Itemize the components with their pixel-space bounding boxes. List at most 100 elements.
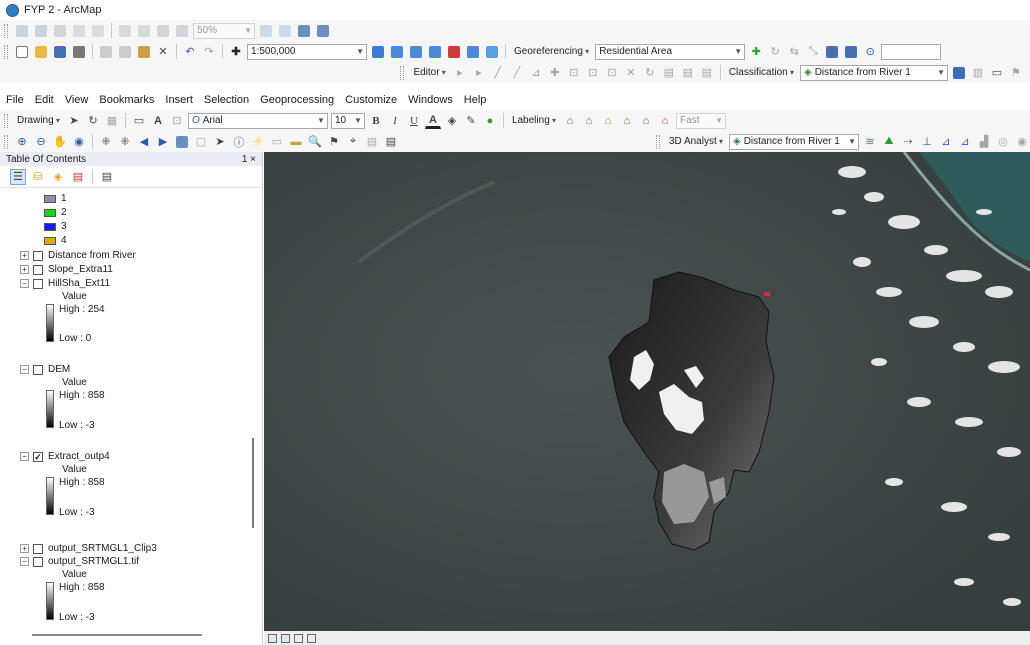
zoom-out-fixed-icon[interactable] <box>33 23 49 39</box>
identify-tool-icon[interactable]: ⓘ <box>231 134 247 150</box>
georef-layer-combo[interactable]: Residential Area ▼ <box>595 43 746 60</box>
classification-layer-combo[interactable]: ◈ Distance from River 1 ▼ <box>800 64 948 81</box>
expand-icon[interactable]: + <box>20 265 29 274</box>
expand-icon[interactable]: + <box>20 544 29 553</box>
expand-icon[interactable]: + <box>20 251 29 260</box>
labeling-menu[interactable]: Labeling <box>509 115 559 126</box>
layer-slope[interactable]: + Slope_Extra11 <box>20 264 113 275</box>
line-color-icon[interactable]: ✎ <box>463 113 479 129</box>
view-link-table-icon[interactable] <box>824 44 840 60</box>
attributes-icon[interactable]: ▤ <box>661 65 677 81</box>
layer-visibility-checkbox[interactable] <box>33 250 43 261</box>
classification-menu[interactable]: Classification <box>726 67 797 78</box>
undo-icon[interactable]: ↶ <box>182 44 198 60</box>
add-control-points-icon[interactable]: ✚ <box>748 44 764 60</box>
toc-pin-close[interactable]: 1 × <box>242 154 256 165</box>
end-point-arc-icon[interactable]: ╱ <box>509 65 525 81</box>
modelbuilder-icon[interactable] <box>484 44 500 60</box>
layer-extract[interactable]: − ✓ Extract_outp4 <box>20 451 110 462</box>
layer-distance-from-river[interactable]: + Distance from River <box>20 250 136 261</box>
rotate-tool-icon[interactable]: ↻ <box>642 65 658 81</box>
draw-polygon-icon[interactable]: ▭ <box>989 65 1005 81</box>
toolbar-grip[interactable] <box>655 134 660 149</box>
python-window-icon[interactable] <box>465 44 481 60</box>
training-sample-manager-icon[interactable] <box>951 65 967 81</box>
paste-icon[interactable] <box>136 44 152 60</box>
toolbar-grip[interactable] <box>4 134 8 149</box>
zoom-out-icon[interactable]: ⊖ <box>33 134 49 150</box>
pause-drawing-icon[interactable] <box>307 633 316 643</box>
toolbar-grip[interactable] <box>4 23 8 38</box>
steepest-path-icon[interactable]: ⛰ <box>881 134 897 150</box>
menu-geoprocessing[interactable]: Geoprocessing <box>260 94 334 106</box>
arctoolbox-icon[interactable] <box>446 44 462 60</box>
underline-button[interactable]: U <box>406 113 422 129</box>
change-layout-icon[interactable] <box>296 23 312 39</box>
layer-visibility-checkbox[interactable] <box>33 556 43 567</box>
font-combo[interactable]: O Arial ▼ <box>187 112 328 129</box>
clear-selection-icon[interactable]: ▢ <box>193 134 209 150</box>
select-elements-tool-icon[interactable]: ➤ <box>212 134 228 150</box>
map-display[interactable] <box>264 152 1030 631</box>
label-priority-icon[interactable]: ⌂ <box>638 113 654 129</box>
identify-icon[interactable]: ⊙ <box>862 44 878 60</box>
collapse-icon[interactable]: − <box>20 279 29 288</box>
list-by-drawing-order-icon[interactable]: ☰ <box>10 168 26 185</box>
menu-customize[interactable]: Customize <box>345 94 397 106</box>
layer-srtm-clip[interactable]: + output_SRTMGL1_Clip3 <box>20 543 157 554</box>
lock-labels-icon[interactable]: ⌂ <box>581 113 597 129</box>
layer-visibility-checkbox[interactable]: ✓ <box>33 451 43 462</box>
3d-analyst-layer-combo[interactable]: ◈ Distance from River 1 ▼ <box>729 133 859 150</box>
rectangle-icon[interactable]: ▭ <box>131 113 147 129</box>
georeferencing-menu[interactable]: Georeferencing <box>511 46 592 57</box>
search-window-icon[interactable] <box>427 44 443 60</box>
full-extent-icon[interactable]: ◉ <box>71 134 87 150</box>
edit-vertices-draw-icon[interactable]: ⊡ <box>169 113 185 129</box>
layer-hillshade[interactable]: − HillSha_Ext11 <box>20 278 110 289</box>
interpolate-line-icon[interactable]: ⊿ <box>938 134 954 150</box>
histogram-icon[interactable]: ▥ <box>970 65 986 81</box>
data-driven-pages-icon[interactable] <box>315 23 331 39</box>
open-folder-icon[interactable] <box>33 44 49 60</box>
select-elements-icon[interactable]: ➤ <box>66 113 82 129</box>
fixed-zoom-in-icon[interactable]: ⁜ <box>98 134 114 150</box>
hyperlink-icon[interactable]: ⚡ <box>250 134 266 150</box>
toolbar-grip[interactable] <box>4 44 8 59</box>
data-view-icon[interactable] <box>268 633 277 643</box>
zoom-whole-page-icon[interactable] <box>155 23 171 39</box>
split-icon[interactable]: ✕ <box>623 65 639 81</box>
menu-help[interactable]: Help <box>464 94 487 106</box>
shift-icon[interactable]: ⇆ <box>786 44 802 60</box>
arcscene-icon[interactable]: ◎ <box>995 134 1011 150</box>
map-canvas[interactable] <box>264 152 1030 631</box>
layer-visibility-checkbox[interactable] <box>33 278 43 289</box>
map-scale-combo[interactable]: 1:500,000 ▼ <box>247 43 367 60</box>
menu-view[interactable]: View <box>65 94 89 106</box>
font-color-icon[interactable]: A <box>424 113 441 129</box>
menu-bookmarks[interactable]: Bookmarks <box>99 94 154 106</box>
layout-view-icon[interactable] <box>281 633 290 643</box>
layer-visibility-checkbox[interactable] <box>33 543 43 554</box>
layer-visibility-checkbox[interactable] <box>33 364 43 375</box>
label-manager-icon[interactable]: ⌂ <box>562 113 578 129</box>
sketch-properties-icon[interactable]: ▤ <box>680 65 696 81</box>
edit-vertices-icon[interactable]: ⊡ <box>566 65 582 81</box>
line-of-sight-icon[interactable]: ⇢ <box>900 134 916 150</box>
menu-insert[interactable]: Insert <box>165 94 193 106</box>
classify-icon[interactable]: ⚑ <box>1008 65 1024 81</box>
font-size-combo[interactable]: 10 ▼ <box>330 112 365 129</box>
text-icon[interactable]: A <box>150 113 166 129</box>
edit-tool-icon[interactable]: ▸ <box>452 65 468 81</box>
zoom-in-icon[interactable]: ⊕ <box>14 134 30 150</box>
find-route-icon[interactable]: ⚑ <box>326 134 342 150</box>
new-document-icon[interactable] <box>14 44 30 60</box>
add-data-icon[interactable]: ✚ <box>228 44 244 60</box>
arcglobe-icon[interactable]: ◉ <box>1014 134 1030 150</box>
list-by-visibility-icon[interactable]: ◈ <box>50 169 66 185</box>
create-features-icon[interactable]: ▤ <box>699 65 715 81</box>
reshape-icon[interactable]: ⊡ <box>585 65 601 81</box>
layer-visibility-checkbox[interactable] <box>33 264 43 275</box>
fixed-zoom-out-icon[interactable]: ⁜ <box>117 134 133 150</box>
pause-labeling-icon[interactable]: ⌂ <box>600 113 616 129</box>
interpolate-polygon-icon[interactable]: ⊿ <box>957 134 973 150</box>
